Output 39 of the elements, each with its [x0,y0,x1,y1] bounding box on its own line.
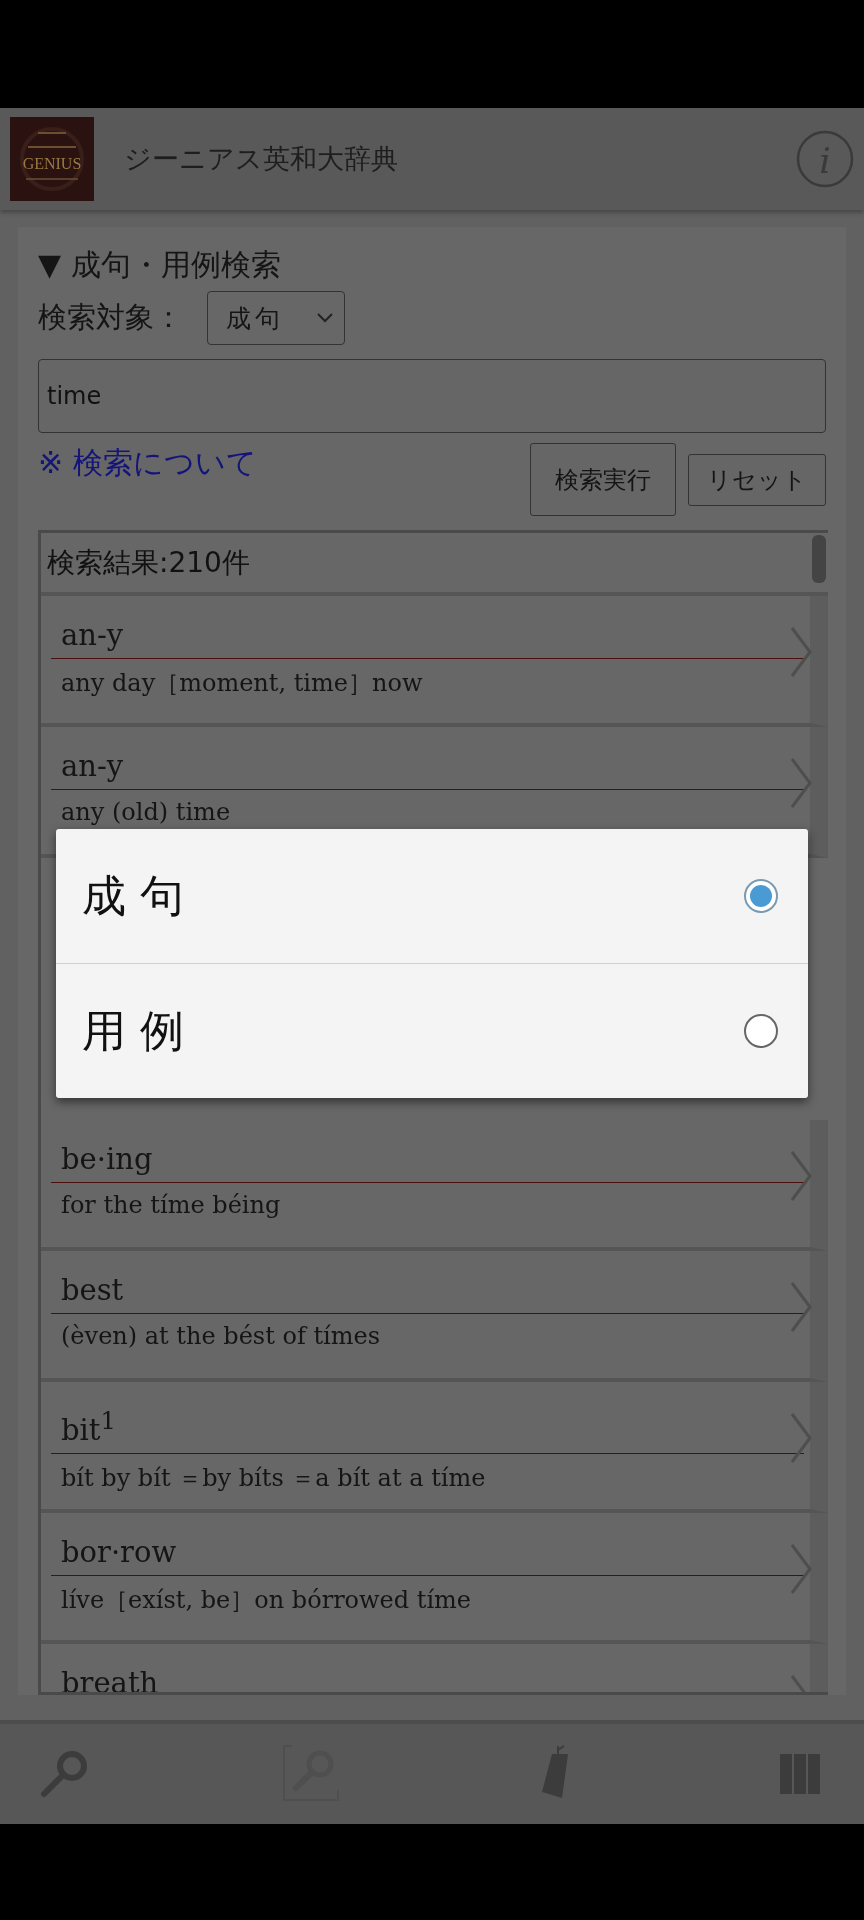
search-button[interactable]: 検索実行 [530,443,676,516]
result-row[interactable]: bor·row líve［exíst, be］on bórrowed tíme [41,1513,828,1644]
chevron-icon [790,1281,812,1333]
search-help-link[interactable]: ※ 検索について [38,443,518,484]
phrase: any day［moment, time］now [60,668,424,699]
scrollbar[interactable] [812,535,826,583]
chevron-icon [790,757,812,809]
result-row[interactable]: bit$^{1}$ bít by bít ＝by bíts ＝a bít at a tíme [41,1382,828,1513]
target-label: 検索対象： [38,299,183,336]
section-heading[interactable]: ▼ 成句・用例検索 [38,245,826,285]
reset-button[interactable]: リセット [688,454,826,506]
phrase: (èven) at the bést of tímes [60,1321,381,1350]
result-row[interactable]: an-y any day［moment, time］now [41,596,828,727]
radio-button[interactable] [744,1014,778,1048]
phrase: bít by bít ＝by bíts ＝a bít at a tíme [60,1462,487,1494]
headword: an-y [51,749,804,790]
option-label: 用 例 [82,1003,184,1058]
app-title: ジーニアス英和大辞典 [124,142,399,176]
option-item[interactable]: 用 例 [56,963,808,1098]
phrase: for the tíme béing [60,1190,282,1219]
target-select[interactable]: 成句 [207,291,345,345]
result-row[interactable]: be·ing for the tíme béing [41,1120,828,1251]
headword: bit$^{1}$ [51,1404,804,1454]
phrase: líve［exíst, be］on bórrowed tíme [60,1585,473,1616]
chevron-icon [790,1412,812,1464]
search-field[interactable]: time [38,359,826,433]
headword: be·ing [51,1142,804,1183]
chevron-down-icon [316,312,334,324]
phrase: any (old) time [60,797,232,826]
headword: best [51,1273,804,1314]
chevron-icon [790,626,812,678]
result-row[interactable]: best (èven) at the bést of tímes [41,1251,828,1382]
option-label: 成 句 [82,868,184,923]
radio-button[interactable] [744,879,778,913]
chevron-icon [790,1150,812,1202]
logo: GENIUS [10,117,94,201]
headword: bor·row [51,1535,804,1576]
headword: an-y [51,618,804,659]
chevron-icon [790,1543,812,1595]
